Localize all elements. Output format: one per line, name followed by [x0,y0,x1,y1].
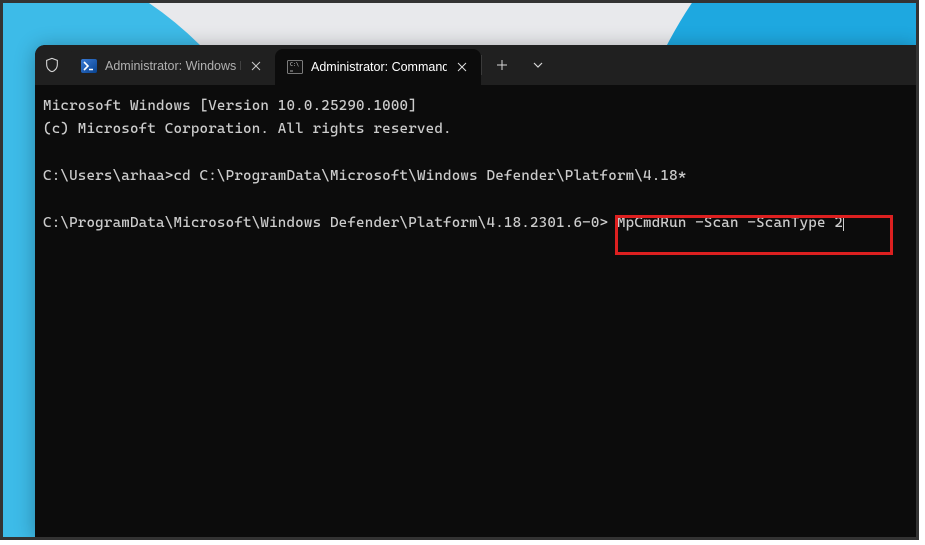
tab-label: Administrator: Windows PowerShell [105,59,241,73]
banner-line: (c) Microsoft Corporation. All rights re… [43,118,906,141]
banner-line: Microsoft Windows [Version 10.0.25290.10… [43,95,906,118]
tab-label: Administrator: Command Prompt [311,60,447,74]
close-icon[interactable] [247,57,265,75]
terminal-window: Administrator: Windows PowerShell C:\ [35,45,916,537]
prompt: C:\Users\arhaa> [43,168,173,184]
typed-command: MpCmdRun -Scan -ScanType 2 [608,215,843,231]
cmd-icon: C:\ [287,59,303,75]
tab-command-prompt[interactable]: C:\ Administrator: Command Prompt [275,49,481,85]
new-tab-button[interactable] [482,45,522,85]
blank-line [43,142,906,165]
blank-line [43,189,906,212]
screenshot-frame: Administrator: Windows PowerShell C:\ [0,0,919,540]
typed-command: cd C:\ProgramData\Microsoft\Windows Defe… [173,168,686,184]
tab-powershell[interactable]: Administrator: Windows PowerShell [69,50,275,82]
svg-text:C:\: C:\ [290,62,299,68]
powershell-icon [81,58,97,74]
prompt: C:\ProgramData\Microsoft\Windows Defende… [43,215,608,231]
terminal-output[interactable]: Microsoft Windows [Version 10.0.25290.10… [35,85,916,246]
command-line-1: C:\Users\arhaa>cd C:\ProgramData\Microso… [43,165,906,188]
close-icon[interactable] [453,58,471,76]
tab-dropdown-button[interactable] [522,45,554,85]
command-line-2: C:\ProgramData\Microsoft\Windows Defende… [43,212,906,235]
text-cursor [843,215,844,231]
admin-shield-icon [35,45,69,85]
title-bar: Administrator: Windows PowerShell C:\ [35,45,916,85]
